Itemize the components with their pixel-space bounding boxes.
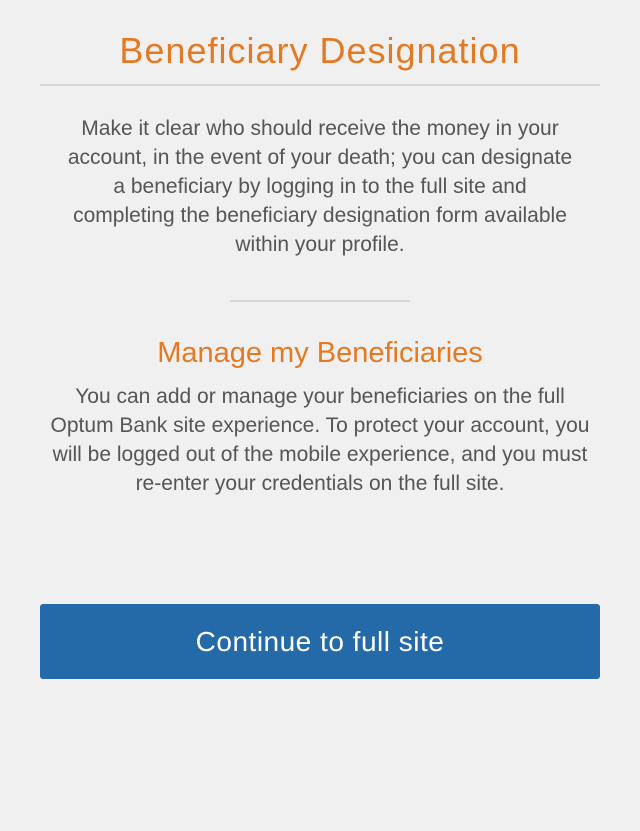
title-divider: [40, 84, 600, 86]
section-divider: [230, 300, 410, 302]
manage-beneficiaries-text: You can add or manage your beneficiaries…: [50, 385, 590, 495]
beneficiary-page: Beneficiary Designation Make it clear wh…: [0, 0, 640, 831]
intro-text: Make it clear who should receive the mon…: [67, 117, 573, 256]
page-title: Beneficiary Designation: [119, 30, 521, 71]
continue-to-full-site-button[interactable]: Continue to full site: [40, 604, 600, 679]
manage-beneficiaries-title: Manage my Beneficiaries: [157, 337, 483, 369]
